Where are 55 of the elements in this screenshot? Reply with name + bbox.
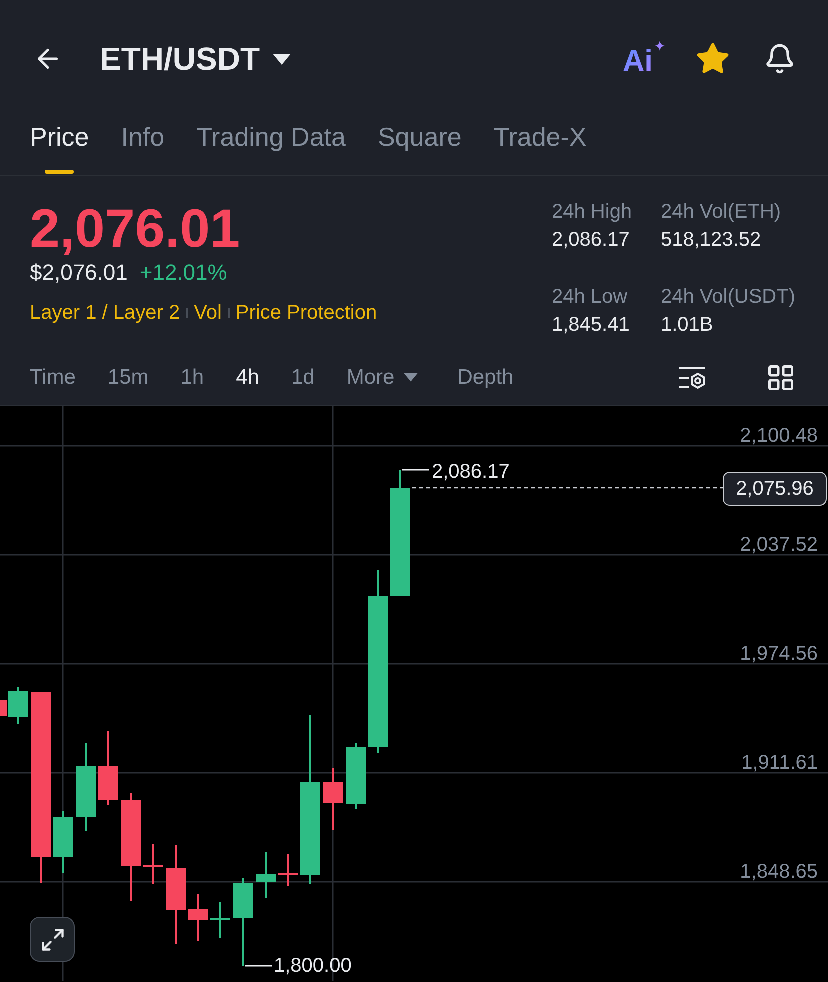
- high-price-label: 2,086.17: [432, 460, 510, 484]
- stat-value: 2,086.17: [552, 228, 631, 252]
- depth-tab[interactable]: Depth: [458, 364, 514, 390]
- low-price-label: 1,800.00: [274, 954, 352, 978]
- leader-line: [402, 469, 429, 471]
- stat-value: 1,845.41: [552, 312, 631, 336]
- falling-candle: [0, 700, 7, 716]
- chart-settings-icon[interactable]: [678, 364, 706, 390]
- stat-label: 24h Vol(ETH): [661, 200, 782, 224]
- price-axis-label: 2,037.52: [740, 533, 818, 557]
- caret-icon: [404, 373, 418, 382]
- tag-link[interactable]: Price Protection: [236, 301, 378, 325]
- price-change: +12.01%: [140, 260, 228, 286]
- price-axis-label: 1,911.61: [742, 751, 818, 775]
- stat-label: 24h Low: [552, 284, 629, 308]
- price-axis-label: 2,100.48: [740, 424, 818, 448]
- more-menu-button[interactable]: More: [346, 364, 418, 390]
- stat-value: 1.01B: [661, 312, 714, 336]
- last-price: 2,076.01: [30, 202, 240, 256]
- tag-link[interactable]: Layer 1 / Layer 2: [30, 301, 180, 325]
- rising-candle: [53, 811, 73, 873]
- stat-label: 24h Vol(USDT): [661, 284, 796, 308]
- stat-value: 518,123.52: [661, 228, 762, 252]
- interval-tab[interactable]: Time: [30, 364, 76, 390]
- interval-tab[interactable]: 1d: [291, 364, 315, 390]
- interval-tab[interactable]: 1h: [180, 364, 204, 390]
- price-axis-label: 1,974.56: [740, 642, 818, 666]
- rising-candle: [256, 852, 276, 898]
- expand-button[interactable]: [30, 917, 75, 962]
- interval-tab[interactable]: 15m: [108, 364, 149, 390]
- pair-selector[interactable]: ETH/USDT: [100, 40, 291, 78]
- rising-candle: [8, 687, 28, 724]
- falling-candle: [188, 894, 208, 941]
- last-price-tag: 2,075.96: [723, 472, 827, 506]
- rising-candle: [346, 743, 366, 809]
- rising-candle: [210, 902, 230, 938]
- leader-line: [245, 965, 272, 967]
- caret-icon: [273, 54, 291, 64]
- page-tab[interactable]: Price: [30, 110, 90, 175]
- stat-label: 24h High: [552, 200, 634, 224]
- fiat-price: $2,076.01: [30, 260, 128, 286]
- interval-tab[interactable]: 4h: [236, 364, 260, 390]
- page-tab[interactable]: Trading Data: [196, 110, 346, 175]
- sparkle-icon: [655, 41, 665, 51]
- falling-candle: [143, 844, 163, 884]
- expand-icon: [40, 926, 66, 952]
- price-axis-label: 1,848.65: [740, 860, 818, 884]
- grid-layout-icon[interactable]: [766, 362, 796, 392]
- page-tab[interactable]: Trade-X: [494, 110, 587, 175]
- notification-bell-icon[interactable]: [764, 42, 796, 76]
- page-tab[interactable]: Square: [378, 110, 462, 175]
- falling-candle: [278, 854, 298, 886]
- page-tab[interactable]: Info: [121, 110, 165, 175]
- falling-candle: [323, 768, 343, 830]
- tag-link[interactable]: Vol: [194, 301, 222, 325]
